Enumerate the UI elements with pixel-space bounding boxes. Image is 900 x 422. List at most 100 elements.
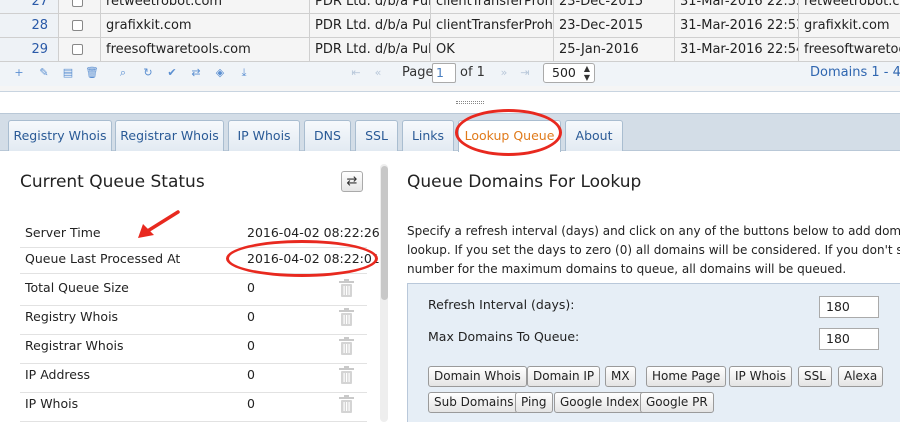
queue-lookup-title: Queue Domains For Lookup	[407, 172, 642, 192]
table-row[interactable]: 28 grafixkit.com PDR Ltd. d/b/a Publi cl…	[0, 14, 900, 38]
queue-item-count: 0	[247, 280, 255, 295]
page-number-input[interactable]: 1	[432, 63, 456, 83]
refresh-button[interactable]: ⇄	[341, 171, 363, 192]
last-processed-label: Queue Last Processed At	[25, 251, 181, 266]
rows-per-page-value: 500	[552, 65, 576, 80]
annotation-circle-time	[226, 240, 378, 277]
queue-item-label: Registrar Whois	[25, 338, 124, 353]
registrar-cell: PDR Ltd. d/b/a Publi	[309, 0, 430, 13]
max-domains-input[interactable]: 180	[819, 328, 879, 350]
queue-google-index-button[interactable]: Google Index	[554, 392, 646, 413]
spinner-arrows-icon: ▲ ▼	[583, 64, 590, 82]
page-label: Page	[402, 65, 434, 80]
row-checkbox[interactable]	[58, 38, 100, 61]
queue-form: Refresh Interval (days): 180 Max Domains…	[407, 283, 900, 422]
view-icon[interactable]: ▤	[61, 66, 75, 80]
queue-item-count: 0	[247, 338, 255, 353]
tab-bar: Registry Whois Registrar Whois IP Whois …	[0, 113, 900, 152]
scrollbar-thumb[interactable]	[381, 166, 388, 300]
download-icon[interactable]: ⤓	[237, 66, 251, 80]
trash-icon[interactable]	[338, 308, 355, 326]
description-line: Specify a refresh interval (days) and cl…	[407, 224, 900, 238]
tab-registry-whois[interactable]: Registry Whois	[8, 120, 112, 151]
date-cell: 25-Jan-2016	[553, 38, 674, 61]
max-domains-label: Max Domains To Queue:	[428, 329, 580, 344]
queue-domain-whois-button[interactable]: Domain Whois	[428, 366, 527, 387]
queue-ping-button[interactable]: Ping	[515, 392, 553, 413]
queue-lookup-description: Specify a refresh interval (days) and cl…	[407, 222, 900, 279]
tab-links[interactable]: Links	[402, 120, 454, 151]
delete-icon[interactable]: 🗑	[85, 66, 99, 80]
queue-item-label: Total Queue Size	[25, 280, 129, 295]
next-page-icon[interactable]: »	[497, 66, 511, 80]
tab-registrar-whois[interactable]: Registrar Whois	[115, 120, 224, 151]
tab-ip-whois[interactable]: IP Whois	[228, 120, 300, 151]
queue-alexa-button[interactable]: Alexa	[838, 366, 884, 387]
queue-ssl-button[interactable]: SSL	[798, 366, 832, 387]
datetime-cell: 31-Mar-2016 22:53:0	[674, 14, 798, 37]
queue-mx-button[interactable]: MX	[605, 366, 636, 387]
domain-cell: freesoftwaretools.com	[100, 38, 309, 61]
server-time-label: Server Time	[25, 225, 101, 240]
table-row[interactable]: 29 freesoftwaretools.com PDR Ltd. d/b/a …	[0, 38, 900, 62]
refresh-icon: ⇄	[346, 174, 358, 189]
queue-item-row: Registrar Whois 0	[20, 337, 367, 364]
row-number: 27	[0, 0, 58, 13]
queue-sub-domains-button[interactable]: Sub Domains	[428, 392, 520, 413]
trash-icon[interactable]	[338, 366, 355, 384]
date-cell: 23-Dec-2015	[553, 0, 674, 13]
trash-icon[interactable]	[338, 337, 355, 355]
grid-pager: + ✎ ▤ 🗑 ⌕ ↻ ✔ ⇄ ◈ ⤓ ⇤ « Page 1 of 1 » ⇥ …	[0, 62, 900, 86]
check-icon[interactable]: ✔	[165, 66, 179, 80]
tab-ssl[interactable]: SSL	[355, 120, 398, 151]
tab-about[interactable]: About	[565, 120, 623, 151]
queue-item-row: Total Queue Size 0	[20, 279, 367, 306]
add-icon[interactable]: +	[12, 66, 26, 80]
queue-item-row: Registry Whois 0	[20, 308, 367, 335]
tab-dns[interactable]: DNS	[304, 120, 351, 151]
date-cell: 23-Dec-2015	[553, 14, 674, 37]
queue-item-count: 0	[247, 396, 255, 411]
row-number: 29	[0, 38, 58, 61]
trash-icon[interactable]	[338, 395, 355, 413]
last-page-icon[interactable]: ⇥	[518, 66, 532, 80]
annotation-arrow-icon	[138, 210, 180, 238]
row-checkbox[interactable]	[58, 0, 100, 13]
status-cell: clientTransferProhib	[430, 0, 553, 13]
edit-icon[interactable]: ✎	[37, 66, 51, 80]
server-time-value: 2016-04-02 08:22:26	[247, 225, 380, 240]
domain-cell-2: freesoftwaretool	[798, 38, 900, 61]
domain-cell: retweetrobot.com	[100, 0, 309, 13]
prev-page-icon[interactable]: «	[371, 66, 385, 80]
queue-item-count: 0	[247, 309, 255, 324]
search-icon[interactable]: ⌕	[116, 66, 130, 80]
refresh-interval-label: Refresh Interval (days):	[428, 297, 575, 312]
splitter-grip-icon[interactable]	[456, 101, 484, 104]
queue-item-label: IP Whois	[25, 396, 79, 411]
queue-home-page-button[interactable]: Home Page	[646, 366, 727, 387]
refresh-icon[interactable]: ↻	[141, 66, 155, 80]
refresh-interval-input[interactable]: 180	[819, 296, 879, 318]
domain-cell: grafixkit.com	[100, 14, 309, 37]
transfer-icon[interactable]: ⇄	[189, 66, 203, 80]
queue-item-count: 0	[247, 367, 255, 382]
rows-per-page-select[interactable]: 500 ▲ ▼	[543, 63, 595, 83]
queue-item-label: Registry Whois	[25, 309, 119, 324]
annotation-circle-tab	[455, 109, 562, 156]
trash-icon[interactable]	[338, 279, 355, 297]
tag-icon[interactable]: ◈	[213, 66, 227, 80]
first-page-icon[interactable]: ⇤	[349, 66, 363, 80]
row-checkbox[interactable]	[58, 14, 100, 37]
page-count-label: of 1	[460, 65, 485, 80]
table-row[interactable]: 27 retweetrobot.com PDR Ltd. d/b/a Publi…	[0, 0, 900, 14]
queue-google-pr-button[interactable]: Google PR	[640, 392, 714, 413]
status-cell: clientTransferProhib	[430, 14, 553, 37]
queue-status-title: Current Queue Status	[20, 172, 205, 192]
datetime-cell: 31-Mar-2016 22:54:0	[674, 38, 798, 61]
queue-domain-ip-button[interactable]: Domain IP	[527, 366, 601, 387]
queue-ip-whois-button[interactable]: IP Whois	[729, 366, 792, 387]
panel-splitter[interactable]	[0, 92, 900, 104]
registrar-cell: PDR Ltd. d/b/a Publi	[309, 14, 430, 37]
queue-item-row: IP Address 0	[20, 366, 367, 393]
domain-cell-2: retweetrobot.com	[798, 0, 900, 13]
